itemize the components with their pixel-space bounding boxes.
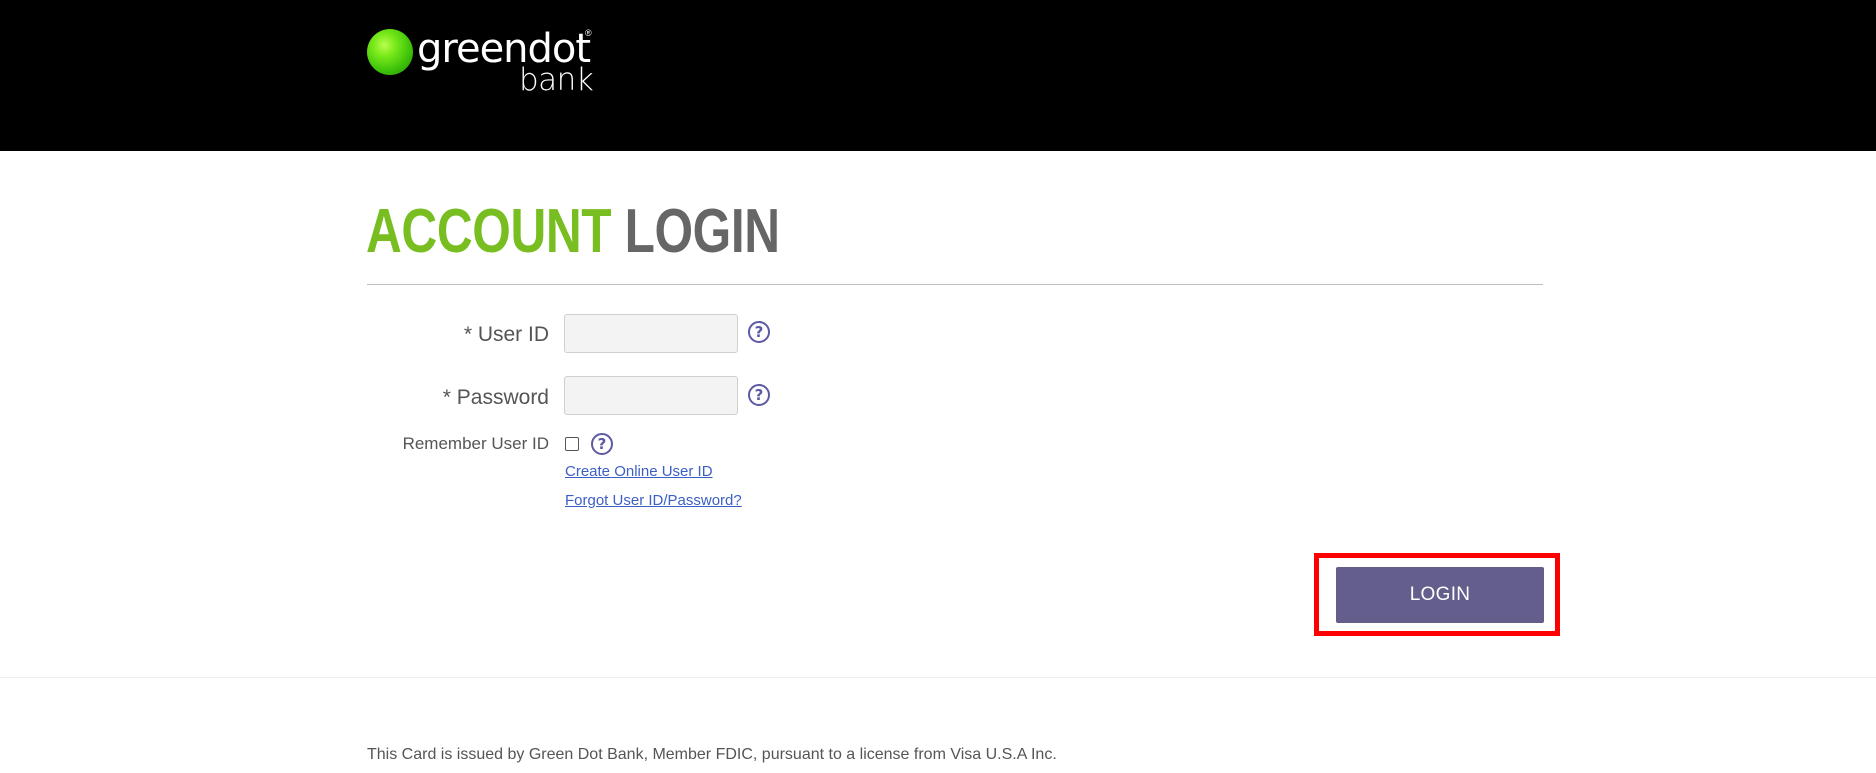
greendot-bank-logo[interactable]: greendot ® bank	[367, 26, 597, 98]
remember-help-icon[interactable]: ?	[591, 433, 613, 455]
green-ball-logo-icon	[367, 29, 413, 75]
footer-disclaimer: This Card is issued by Green Dot Bank, M…	[367, 746, 1057, 763]
password-input[interactable]	[564, 376, 738, 415]
user-id-input[interactable]	[564, 314, 738, 353]
remember-user-id-label: Remember User ID	[402, 434, 549, 453]
logo-registered-mark: ®	[585, 28, 592, 38]
title-divider	[367, 284, 1543, 285]
remember-user-id-checkbox[interactable]	[565, 437, 579, 451]
password-help-icon[interactable]: ?	[748, 384, 770, 406]
login-button[interactable]: LOGIN	[1336, 567, 1544, 623]
forgot-user-id-password-link[interactable]: Forgot User ID/Password?	[565, 492, 742, 509]
user-id-label: * User ID	[463, 323, 549, 346]
site-header: greendot ® bank	[0, 0, 1876, 151]
footer-divider	[0, 677, 1876, 678]
user-id-help-icon[interactable]: ?	[748, 321, 770, 343]
page-title: ACCOUNT LOGIN	[366, 196, 780, 268]
page-title-login: LOGIN	[624, 197, 780, 266]
page-title-account: ACCOUNT	[366, 197, 612, 266]
password-label: * Password	[442, 386, 549, 409]
logo-sub-text: bank	[519, 62, 594, 98]
create-online-user-id-link[interactable]: Create Online User ID	[565, 463, 713, 480]
